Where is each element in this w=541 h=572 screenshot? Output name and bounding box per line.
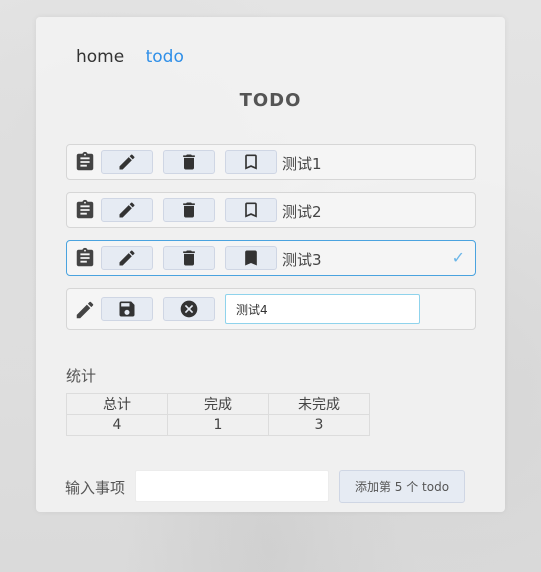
stats-header-undone: 未完成 [268,393,370,415]
bookmark-icon [245,154,257,170]
pencil-icon [119,250,135,266]
stats-header-row: 总计 完成 未完成 [66,393,370,415]
trash-icon [183,202,195,218]
cancel-button[interactable] [163,297,215,321]
delete-button[interactable] [163,246,215,270]
trash-icon [183,250,195,266]
bookmark-icon [245,202,257,218]
mark-done-button[interactable] [225,246,277,270]
stats-value-row: 4 1 3 [66,414,370,436]
todo-label: 测试1 [282,155,322,173]
mark-done-button[interactable] [225,150,277,174]
pencil-icon [119,202,135,218]
clipboard-icon [76,247,94,267]
pencil-icon [76,301,94,319]
stats-table: 总计 完成 未完成 4 1 3 [66,393,370,436]
edit-button[interactable] [101,198,153,222]
stats-header-total: 总计 [66,393,168,415]
cancel-icon [180,300,198,318]
todo-item: 测试1 [66,144,476,180]
page-title: TODO [239,90,302,111]
todo-label: 测试3 [282,251,322,269]
stats-header-done: 完成 [167,393,269,415]
delete-button[interactable] [163,150,215,174]
top-nav: home todo [76,47,200,67]
edit-todo-input[interactable] [225,294,420,324]
stats-title: 统计 [66,367,97,385]
add-todo-label: 输入事项 [65,479,126,497]
check-icon: ✓ [451,248,465,267]
mark-done-button[interactable] [225,198,277,222]
clipboard-icon [76,151,94,171]
todo-item: 测试2 [66,192,476,228]
stats-value-undone: 3 [268,414,370,436]
save-button[interactable] [101,297,153,321]
edit-button[interactable] [101,150,153,174]
stats-value-total: 4 [66,414,168,436]
stats-value-done: 1 [167,414,269,436]
todo-item-editing [66,288,476,330]
bookmark-filled-icon [245,250,257,266]
add-todo-input[interactable] [135,470,329,502]
todo-item-done: 测试3 ✓ [66,240,476,276]
todo-label: 测试2 [282,203,322,221]
nav-link-home[interactable]: home [76,47,124,67]
add-todo-button[interactable]: 添加第 5 个 todo [339,470,465,503]
clipboard-icon [76,199,94,219]
edit-button[interactable] [101,246,153,270]
nav-link-todo[interactable]: todo [146,47,184,67]
pencil-icon [119,154,135,170]
delete-button[interactable] [163,198,215,222]
save-icon [119,301,135,317]
trash-icon [183,154,195,170]
todo-card: home todo TODO 测试1 测试2 测试3 ✓ 测试4 统计 总计 完… [36,17,505,512]
